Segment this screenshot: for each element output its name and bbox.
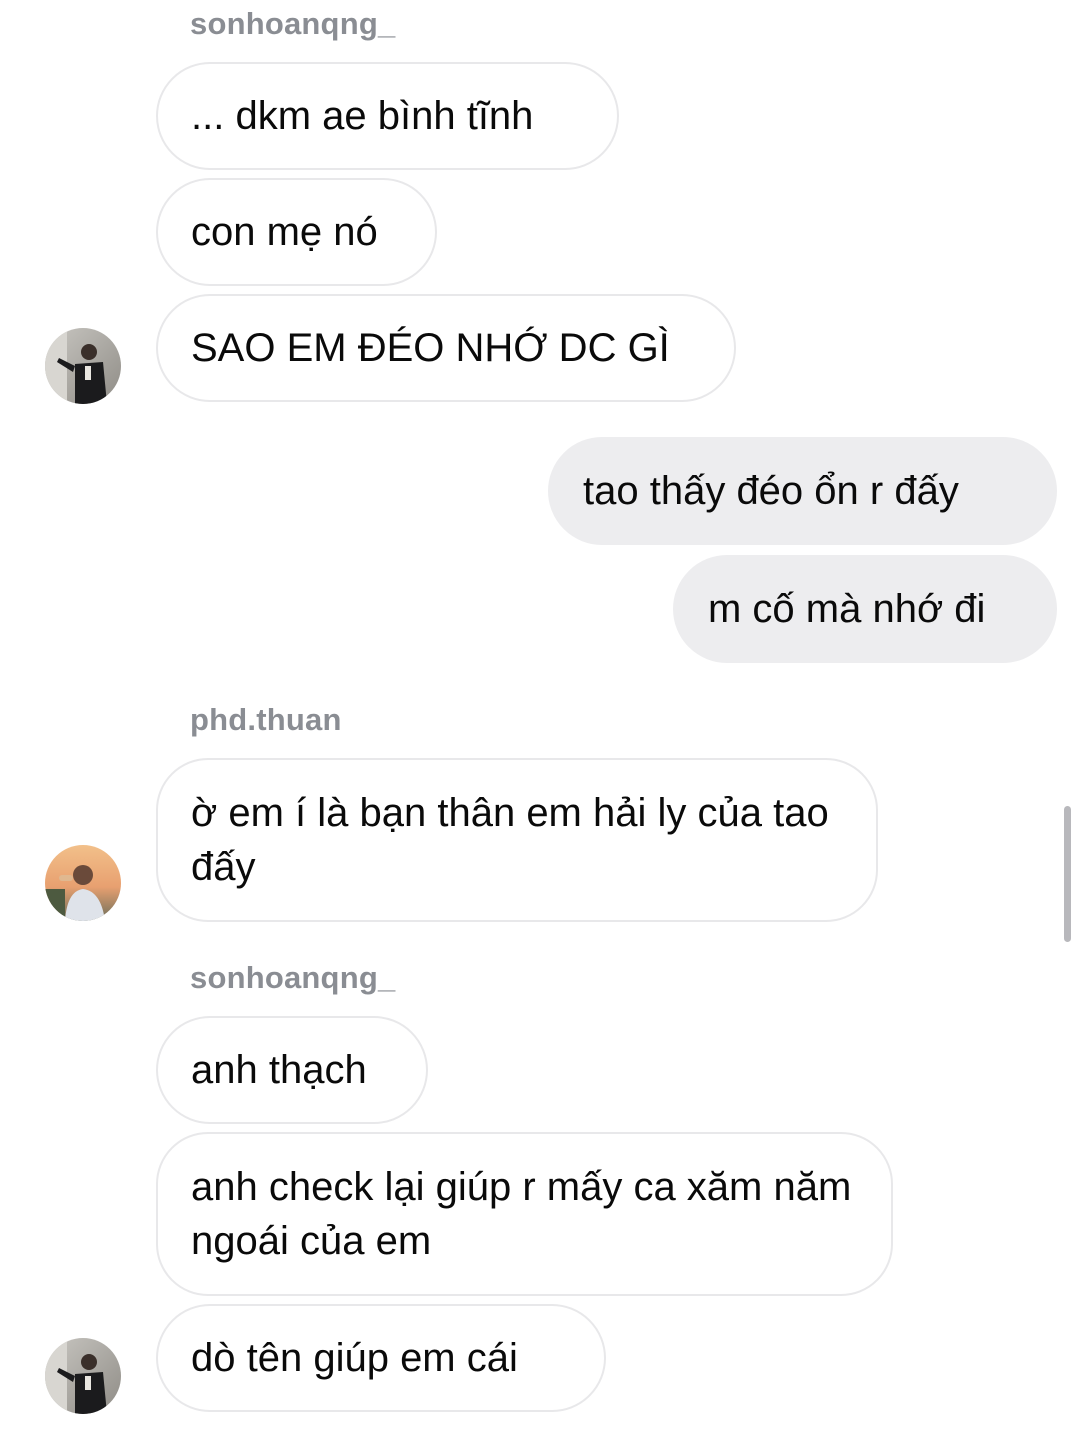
message-text: ờ em í là bạn thân em hải ly của tao đấy [191, 791, 840, 889]
scrollbar[interactable] [1064, 806, 1071, 942]
message-bubble-incoming[interactable]: ... dkm ae bình tĩnh [156, 62, 619, 170]
message-text: m cố mà nhớ đi [708, 587, 986, 631]
avatar-image [45, 845, 121, 921]
sender-name[interactable]: sonhoanqng_ [190, 960, 395, 996]
user-avatar-sonhoanqng[interactable] [45, 1338, 121, 1414]
message-text: dò tên giúp em cái [191, 1336, 518, 1380]
message-bubble-incoming[interactable]: ờ em í là bạn thân em hải ly của tao đấy [156, 758, 878, 922]
message-text: anh thạch [191, 1048, 367, 1092]
message-bubble-incoming[interactable]: con mẹ nó [156, 178, 437, 286]
message-bubble-incoming[interactable]: anh check lại giúp r mấy ca xăm năm ngoá… [156, 1132, 893, 1296]
message-text: anh check lại giúp r mấy ca xăm năm ngoá… [191, 1165, 863, 1263]
message-bubble-outgoing[interactable]: m cố mà nhớ đi [673, 555, 1057, 663]
message-text: tao thấy đéo ổn r đấy [583, 469, 959, 513]
message-text: ... dkm ae bình tĩnh [191, 94, 534, 138]
message-bubble-outgoing[interactable]: tao thấy đéo ổn r đấy [548, 437, 1057, 545]
avatar-image [45, 328, 121, 404]
sender-name[interactable]: phd.thuan [190, 702, 342, 738]
message-text: con mẹ nó [191, 210, 378, 254]
sender-name[interactable]: sonhoanqng_ [190, 6, 395, 42]
message-text: SAO EM ĐÉO NHỚ DC GÌ [191, 326, 670, 370]
user-avatar-phd-thuan[interactable] [45, 845, 121, 921]
user-avatar-sonhoanqng[interactable] [45, 328, 121, 404]
message-bubble-incoming[interactable]: SAO EM ĐÉO NHỚ DC GÌ [156, 294, 736, 402]
message-bubble-incoming[interactable]: anh thạch [156, 1016, 428, 1124]
avatar-image [45, 1338, 121, 1414]
message-bubble-incoming[interactable]: dò tên giúp em cái [156, 1304, 606, 1412]
